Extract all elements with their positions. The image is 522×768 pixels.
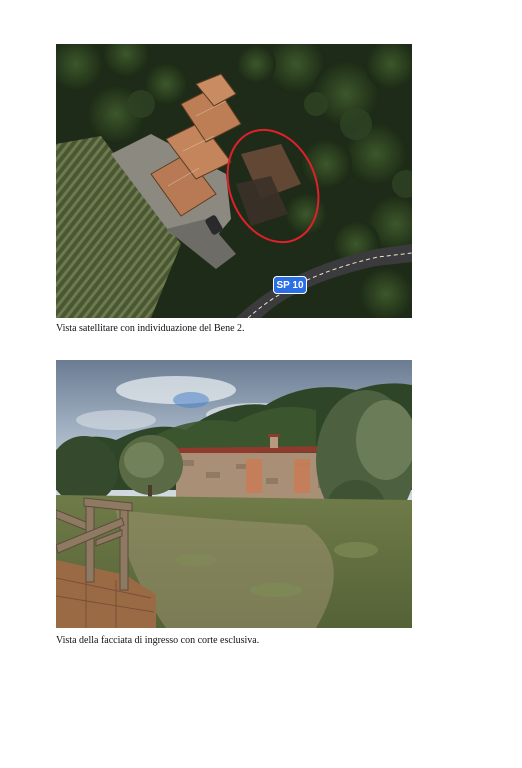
figure-caption-1: Vista satellitare con individuazione del… bbox=[56, 323, 245, 334]
satellite-image bbox=[56, 44, 412, 318]
satellite-map-drawing bbox=[56, 44, 412, 318]
facade-photo-drawing bbox=[56, 360, 412, 628]
facade-photo bbox=[56, 360, 412, 628]
road-label-badge: SP 10 bbox=[273, 276, 307, 294]
figure-caption-2: Vista della facciata di ingresso con cor… bbox=[56, 635, 260, 646]
